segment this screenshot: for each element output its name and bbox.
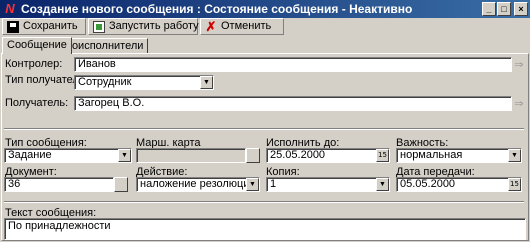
document-value: 36 [8,178,21,190]
action-value: наложение резолюции [140,178,256,190]
run-work-button[interactable]: Запустить работу [88,18,199,35]
save-label: Сохранить [23,20,78,32]
chevron-down-icon[interactable]: ▼ [376,178,389,191]
recipient-type-select[interactable]: Сотрудник ▼ [74,75,214,90]
controller-lookup-icon[interactable]: ⇒ [512,59,526,71]
importance-value: нормальная [400,149,463,161]
chevron-down-icon[interactable]: ▼ [118,149,131,162]
transfer-date-value: 05.05.2000 [400,178,456,190]
run-icon [93,21,105,33]
chevron-down-icon[interactable]: ▼ [246,178,259,191]
message-text-area[interactable]: По принадлежности [4,218,526,240]
message-type-value: Задание [8,149,52,161]
toolbar: Сохранить Запустить работу ✗ Отменить [0,18,530,36]
recipient-label: Получатель: [5,97,69,109]
tab-coexecutors[interactable]: Соисполнители [59,38,149,54]
message-type-select[interactable]: Задание ▼ [4,148,132,163]
cancel-x-icon: ✗ [205,19,217,34]
section-divider [4,128,524,130]
message-window: N Создание нового сообщения : Состояние … [0,0,530,242]
floppy-disk-icon [7,21,19,33]
minimize-button[interactable]: _ [482,2,496,16]
due-date-value: 25.05.2000 [270,149,326,161]
recipient-lookup-icon[interactable]: ⇒ [512,98,526,110]
cancel-label: Отменить [221,20,272,32]
route-card-field[interactable] [136,148,246,163]
recipient-value: Загорец В.О. [78,97,145,109]
tab-message[interactable]: Сообщение [2,37,72,54]
copy-select[interactable]: 1 ▼ [266,177,390,192]
maximize-button[interactable]: □ [497,2,511,16]
due-date-field[interactable]: 25.05.2000 15 [266,148,390,163]
action-select[interactable]: наложение резолюции ▼ [136,177,260,192]
close-button[interactable]: × [514,2,528,16]
chevron-down-icon[interactable]: ▼ [508,149,521,162]
run-label: Запустить работу [109,20,199,32]
save-button[interactable]: Сохранить [2,18,86,35]
controller-label: Контролер: [5,58,63,70]
recipient-field[interactable]: Загорец В.О. [74,96,512,111]
recipient-type-value: Сотрудник [78,76,132,88]
route-card-select-button[interactable] [246,148,260,163]
message-text-value: По принадлежности [8,220,111,232]
controller-value: Иванов [78,58,116,70]
importance-select[interactable]: нормальная ▼ [396,148,522,163]
cancel-button[interactable]: ✗ Отменить [200,18,284,35]
document-select-button[interactable] [114,177,128,192]
copy-value: 1 [270,178,277,190]
calendar-icon[interactable]: 15 [376,149,389,162]
title-bar[interactable]: N Создание нового сообщения : Состояние … [0,0,530,18]
section-divider [4,201,524,203]
controller-field[interactable]: Иванов [74,57,512,72]
calendar-icon[interactable]: 15 [508,178,521,191]
document-field[interactable]: 36 [4,177,114,192]
window-title: Создание нового сообщения : Состояние со… [21,2,413,16]
chevron-down-icon[interactable]: ▼ [200,76,213,89]
transfer-date-field[interactable]: 05.05.2000 15 [396,177,522,192]
app-logo-icon: N [5,1,15,16]
